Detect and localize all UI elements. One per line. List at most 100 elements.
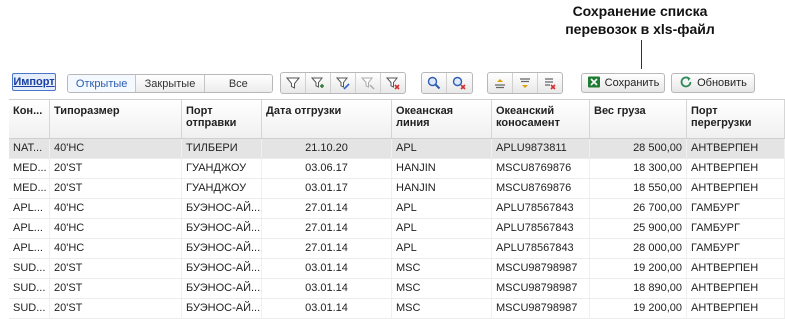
table-row[interactable]: MED... 20'ST ГУАНДЖОУ 03.06.17 HANJIN MSCU876… bbox=[9, 159, 785, 179]
cell-shipment-date: 03.01.14 bbox=[262, 279, 392, 298]
shipments-table: Кон... Типоразмер Порт отправки Дата отг… bbox=[9, 99, 785, 319]
sort-asc-icon[interactable] bbox=[488, 73, 512, 93]
filter-add-icon[interactable] bbox=[305, 73, 330, 93]
cell-transshipment-port: АНТВЕРПЕН bbox=[687, 159, 785, 178]
toolbar: Импорт Открытые Закрытые Все Сохранить О… bbox=[0, 72, 785, 96]
cell-container: APL... bbox=[9, 239, 50, 258]
cell-departure-port: БУЭНОС-АЙ... bbox=[182, 239, 262, 258]
table-header: Кон... Типоразмер Порт отправки Дата отг… bbox=[9, 100, 785, 139]
cell-ocean-line: APL bbox=[392, 199, 492, 218]
cell-size-type: 40'HC bbox=[50, 219, 182, 238]
cell-departure-port: БУЭНОС-АЙ... bbox=[182, 219, 262, 238]
cell-cargo-weight: 28 500,00 bbox=[590, 139, 687, 158]
cell-cargo-weight: 28 000,00 bbox=[590, 239, 687, 258]
cell-container: APL... bbox=[9, 199, 50, 218]
callout-pointer bbox=[641, 40, 642, 69]
cell-container: MED... bbox=[9, 179, 50, 198]
filter-icon[interactable] bbox=[281, 73, 305, 93]
cell-bill-of-lading: APLU78567843 bbox=[492, 199, 590, 218]
cell-transshipment-port: АНТВЕРПЕН bbox=[687, 179, 785, 198]
column-header-cargo-weight[interactable]: Вес груза bbox=[590, 100, 687, 138]
cell-departure-port: БУЭНОС-АЙ... bbox=[182, 199, 262, 218]
column-header-bill-of-lading[interactable]: Океанский коносамент bbox=[492, 100, 590, 138]
filter-clear-icon[interactable] bbox=[380, 73, 405, 93]
cell-cargo-weight: 19 200,00 bbox=[590, 299, 687, 318]
cell-container: NAT... bbox=[9, 139, 50, 158]
table-row[interactable]: SUD... 20'ST БУЭНОС-АЙ... 03.01.14 MSC MSCU98… bbox=[9, 259, 785, 279]
cell-ocean-line: MSC bbox=[392, 279, 492, 298]
table-body: NAT... 40'HC ТИЛБЕРИ 21.10.20 APL APLU9873811… bbox=[9, 139, 785, 319]
column-header-container[interactable]: Кон... bbox=[9, 100, 50, 138]
table-row[interactable]: APL... 40'HC БУЭНОС-АЙ... 27.01.14 APL APLU78… bbox=[9, 239, 785, 259]
cell-shipment-date: 03.01.17 bbox=[262, 179, 392, 198]
cell-transshipment-port: АНТВЕРПЕН bbox=[687, 279, 785, 298]
cell-departure-port: БУЭНОС-АЙ... bbox=[182, 279, 262, 298]
column-header-departure-port[interactable]: Порт отправки bbox=[182, 100, 262, 138]
search-icon[interactable] bbox=[422, 73, 446, 93]
filter-disabled-icon[interactable] bbox=[355, 73, 380, 93]
table-row[interactable]: APL... 40'HC БУЭНОС-АЙ... 27.01.14 APL APLU78… bbox=[9, 199, 785, 219]
cell-cargo-weight: 18 300,00 bbox=[590, 159, 687, 178]
cell-cargo-weight: 18 890,00 bbox=[590, 279, 687, 298]
cell-transshipment-port: ГАМБУРГ bbox=[687, 239, 785, 258]
cell-ocean-line: MSC bbox=[392, 299, 492, 318]
cell-size-type: 20'ST bbox=[50, 159, 182, 178]
cell-cargo-weight: 19 200,00 bbox=[590, 259, 687, 278]
refresh-button[interactable]: Обновить bbox=[671, 73, 755, 93]
table-row[interactable]: NAT... 40'HC ТИЛБЕРИ 21.10.20 APL APLU9873811… bbox=[9, 139, 785, 159]
column-header-size-type[interactable]: Типоразмер bbox=[50, 100, 182, 138]
sort-group bbox=[487, 72, 563, 94]
table-row[interactable]: APL... 40'HC БУЭНОС-АЙ... 27.01.14 APL APLU78… bbox=[9, 219, 785, 239]
cell-transshipment-port: АНТВЕРПЕН bbox=[687, 299, 785, 318]
cell-container: SUD... bbox=[9, 259, 50, 278]
filter-edit-icon[interactable] bbox=[330, 73, 355, 93]
cell-size-type: 40'HC bbox=[50, 199, 182, 218]
table-row[interactable]: SUD... 20'ST БУЭНОС-АЙ... 03.01.14 MSC MSCU98… bbox=[9, 299, 785, 319]
cell-bill-of-lading: MSCU98798987 bbox=[492, 299, 590, 318]
segment-closed[interactable]: Закрытые bbox=[135, 75, 204, 92]
import-button[interactable]: Импорт bbox=[12, 73, 56, 91]
cell-ocean-line: APL bbox=[392, 219, 492, 238]
cell-shipment-date: 27.01.14 bbox=[262, 219, 392, 238]
cell-transshipment-port: АНТВЕРПЕН bbox=[687, 259, 785, 278]
cell-shipment-date: 03.06.17 bbox=[262, 159, 392, 178]
cell-bill-of-lading: MSCU8769876 bbox=[492, 179, 590, 198]
segment-open[interactable]: Открытые bbox=[68, 75, 136, 92]
cell-ocean-line: APL bbox=[392, 139, 492, 158]
cell-container: SUD... bbox=[9, 279, 50, 298]
search-clear-icon[interactable] bbox=[446, 73, 471, 93]
cell-shipment-date: 03.01.14 bbox=[262, 299, 392, 318]
cell-bill-of-lading: MSCU98798987 bbox=[492, 259, 590, 278]
cell-shipment-date: 03.01.14 bbox=[262, 259, 392, 278]
cell-ocean-line: APL bbox=[392, 239, 492, 258]
table-row[interactable]: MED... 20'ST ГУАНДЖОУ 03.01.17 HANJIN MSCU876… bbox=[9, 179, 785, 199]
excel-icon bbox=[587, 75, 601, 92]
refresh-button-label: Обновить bbox=[697, 77, 747, 89]
save-button[interactable]: Сохранить bbox=[581, 73, 665, 93]
column-header-ocean-line[interactable]: Океанская линия bbox=[392, 100, 492, 138]
cell-bill-of-lading: APLU9873811 bbox=[492, 139, 590, 158]
cell-size-type: 40'HC bbox=[50, 239, 182, 258]
cell-container: SUD... bbox=[9, 299, 50, 318]
refresh-icon bbox=[679, 75, 693, 92]
cell-cargo-weight: 26 700,00 bbox=[590, 199, 687, 218]
column-header-shipment-date[interactable]: Дата отгрузки bbox=[262, 100, 392, 138]
table-row[interactable]: SUD... 20'ST БУЭНОС-АЙ... 03.01.14 MSC MSCU98… bbox=[9, 279, 785, 299]
cell-cargo-weight: 18 550,00 bbox=[590, 179, 687, 198]
cell-bill-of-lading: APLU78567843 bbox=[492, 239, 590, 258]
cell-ocean-line: HANJIN bbox=[392, 179, 492, 198]
cell-shipment-date: 21.10.20 bbox=[262, 139, 392, 158]
sort-clear-icon[interactable] bbox=[537, 73, 562, 93]
save-callout: Сохранение списка перевозок в xls-файл bbox=[500, 2, 780, 38]
cell-size-type: 20'ST bbox=[50, 299, 182, 318]
cell-size-type: 20'ST bbox=[50, 179, 182, 198]
status-segmented-control: Открытые Закрытые Все bbox=[67, 74, 273, 93]
column-header-transshipment-port[interactable]: Порт перегрузки bbox=[687, 100, 785, 138]
cell-bill-of-lading: APLU78567843 bbox=[492, 219, 590, 238]
cell-departure-port: БУЭНОС-АЙ... bbox=[182, 299, 262, 318]
sort-desc-icon[interactable] bbox=[512, 73, 537, 93]
cell-size-type: 40'HC bbox=[50, 139, 182, 158]
cell-departure-port: БУЭНОС-АЙ... bbox=[182, 259, 262, 278]
segment-all[interactable]: Все bbox=[203, 75, 272, 92]
cell-transshipment-port: АНТВЕРПЕН bbox=[687, 139, 785, 158]
